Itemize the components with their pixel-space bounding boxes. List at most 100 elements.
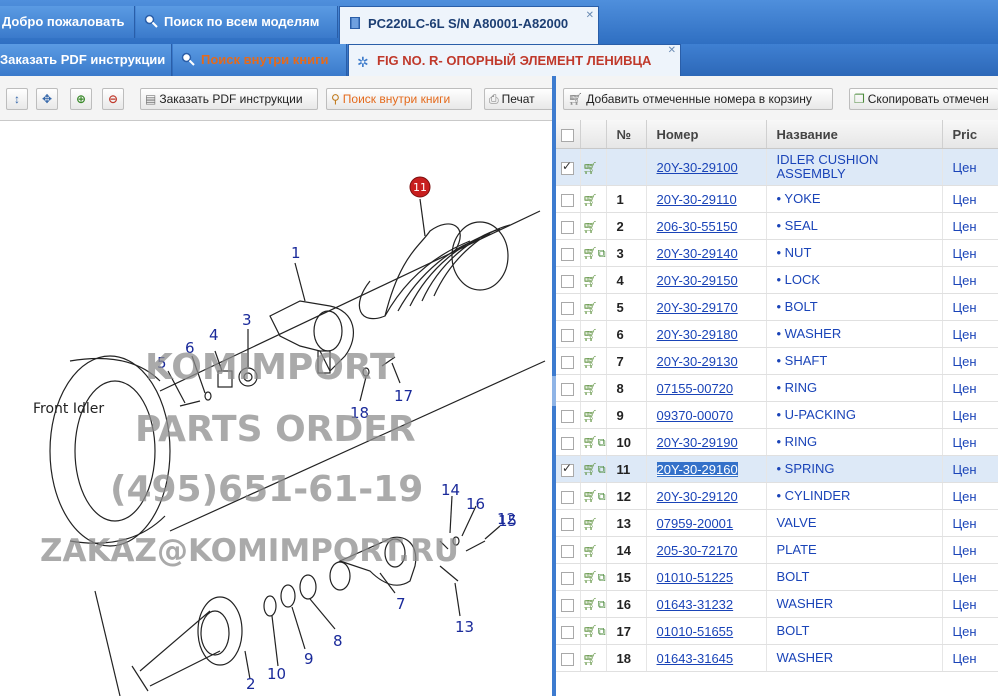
part-number-link[interactable]: 20Y-30-29150 [657, 273, 738, 288]
price-link[interactable]: Цен [953, 597, 977, 612]
part-name-link[interactable]: • NUT [777, 246, 942, 260]
table-row[interactable]: 🛒︎ 4 20Y-30-29150 • LOCK Цен [556, 266, 998, 294]
tree-icon[interactable]: ⧉ [598, 248, 605, 261]
add-to-cart-button[interactable]: 🛒︎ Добавить отмеченные номера в корзину [563, 88, 833, 110]
callout-2[interactable]: 2 [246, 675, 256, 693]
cart-icon[interactable]: 🛒︎ [583, 274, 598, 288]
tab-order-pdf[interactable]: Заказать PDF инструкции [0, 44, 172, 76]
row-select-cell[interactable] [556, 617, 581, 645]
row-checkbox[interactable] [561, 274, 574, 288]
part-name-link[interactable]: • YOKE [777, 192, 942, 206]
row-select-cell[interactable] [556, 563, 581, 591]
price-link[interactable]: Цен [953, 651, 977, 666]
callout-16[interactable]: 16 [466, 495, 485, 513]
cart-icon[interactable]: 🛒︎ [583, 435, 598, 449]
part-name-link[interactable]: • WASHER [777, 327, 942, 341]
row-select-cell[interactable] [556, 212, 581, 240]
part-name-link[interactable]: • U-PACKING [777, 408, 942, 422]
part-number-link[interactable]: 206-30-55150 [657, 219, 738, 234]
table-row[interactable]: 🛒︎⧉ 16 01643-31232 WASHER Цен [556, 590, 998, 618]
part-number-link[interactable]: 01010-51655 [657, 624, 734, 639]
price-link[interactable]: Цен [953, 219, 977, 234]
part-number-link[interactable]: 01643-31645 [657, 651, 734, 666]
cart-icon[interactable]: 🛒︎ [583, 382, 598, 396]
tree-icon[interactable]: ⧉ [598, 437, 605, 450]
row-checkbox[interactable] [561, 544, 574, 558]
cart-icon[interactable]: 🛒︎ [583, 355, 598, 369]
callout-15[interactable]: 15 [498, 512, 517, 530]
tree-icon[interactable]: ⧉ [598, 572, 605, 585]
tab-search-in-book[interactable]: Поиск внутри книги [173, 44, 347, 76]
row-select-cell[interactable] [556, 401, 581, 429]
table-row[interactable]: 🛒︎ 7 20Y-30-29130 • SHAFT Цен [556, 347, 998, 375]
row-checkbox[interactable] [561, 409, 574, 423]
part-name-link[interactable]: VALVE [777, 516, 942, 530]
tree-icon[interactable]: ⧉ [598, 599, 605, 612]
callout-13[interactable]: 13 [455, 618, 474, 636]
part-number-link[interactable]: 20Y-30-29190 [657, 435, 738, 450]
row-select-cell[interactable] [556, 536, 581, 564]
table-row[interactable]: 🛒︎ 13 07959-20001 VALVE Цен [556, 509, 998, 537]
part-name-link[interactable]: IDLER CUSHION ASSEMBLY [777, 153, 942, 181]
row-checkbox[interactable] [561, 598, 574, 612]
table-row[interactable]: 🛒︎ 5 20Y-30-29170 • BOLT Цен [556, 293, 998, 321]
cart-icon[interactable]: 🛒︎ [583, 220, 598, 234]
row-checkbox[interactable] [561, 193, 574, 207]
copy-marked-button[interactable]: ❐ Скопировать отмечен [849, 88, 998, 110]
table-row[interactable]: 🛒︎ 14 205-30-72170 PLATE Цен [556, 536, 998, 564]
price-link[interactable]: Цен [953, 543, 977, 558]
price-link[interactable]: Цен [953, 462, 977, 477]
part-name-link[interactable]: • CYLINDER [777, 489, 942, 503]
part-name-link[interactable]: WASHER [777, 597, 942, 611]
table-row[interactable]: 🛒︎⧉ 12 20Y-30-29120 • CYLINDER Цен [556, 482, 998, 510]
column-header-name[interactable]: Название [766, 120, 943, 149]
row-checkbox[interactable] [561, 625, 574, 639]
cart-icon[interactable]: 🛒︎ [583, 462, 598, 476]
row-select-cell[interactable] [556, 374, 581, 402]
part-number-link[interactable]: 20Y-30-29160 [656, 461, 738, 477]
search-in-book-button[interactable]: ⚲ Поиск внутри книги [326, 88, 472, 110]
callout-1[interactable]: 1 [291, 244, 301, 262]
part-name-link[interactable]: • BOLT [777, 300, 942, 314]
row-checkbox[interactable] [561, 382, 574, 396]
row-checkbox[interactable] [561, 490, 574, 504]
price-link[interactable]: Цен [953, 327, 977, 342]
table-row[interactable]: 🛒︎⧉ 15 01010-51225 BOLT Цен [556, 563, 998, 591]
part-number-link[interactable]: 20Y-30-29130 [657, 354, 738, 369]
row-checkbox[interactable] [561, 517, 574, 531]
part-number-link[interactable]: 09370-00070 [657, 408, 734, 423]
table-row[interactable]: 🛒︎ 2 206-30-55150 • SEAL Цен [556, 212, 998, 240]
price-link[interactable]: Цен [953, 192, 977, 207]
callout-10[interactable]: 10 [267, 665, 286, 683]
cart-icon[interactable]: 🛒︎ [583, 652, 598, 666]
row-select-cell[interactable] [556, 239, 581, 267]
cart-icon[interactable]: 🛒︎ [583, 597, 598, 611]
row-select-cell[interactable] [556, 347, 581, 375]
column-header-num[interactable]: № [606, 120, 647, 149]
row-select-cell[interactable] [556, 644, 581, 672]
row-select-cell[interactable] [556, 185, 581, 213]
part-number-link[interactable]: 01643-31232 [657, 597, 734, 612]
part-name-link[interactable]: • RING [777, 381, 942, 395]
price-link[interactable]: Цен [953, 570, 977, 585]
part-number-link[interactable]: 205-30-72170 [657, 543, 738, 558]
column-header-price[interactable]: Pric [942, 120, 998, 149]
row-checkbox[interactable] [561, 355, 574, 369]
table-row[interactable]: 🛒︎ 1 20Y-30-29110 • YOKE Цен [556, 185, 998, 213]
price-link[interactable]: Цен [953, 160, 977, 175]
callout-9[interactable]: 9 [304, 650, 314, 668]
price-link[interactable]: Цен [953, 246, 977, 261]
table-row[interactable]: 🛒︎⧉ 10 20Y-30-29190 • RING Цен [556, 428, 998, 456]
part-number-link[interactable]: 01010-51225 [657, 570, 734, 585]
price-link[interactable]: Цен [953, 381, 977, 396]
callout-14[interactable]: 14 [441, 481, 460, 499]
close-icon[interactable]: ✕ [668, 45, 676, 67]
table-row[interactable]: 🛒︎⧉ 3 20Y-30-29140 • NUT Цен [556, 239, 998, 267]
row-checkbox[interactable] [561, 571, 574, 585]
row-select-cell[interactable] [556, 455, 581, 483]
price-link[interactable]: Цен [953, 516, 977, 531]
price-link[interactable]: Цен [953, 354, 977, 369]
select-all-header[interactable] [556, 120, 581, 149]
price-link[interactable]: Цен [953, 273, 977, 288]
cart-icon[interactable]: 🛒︎ [583, 489, 598, 503]
